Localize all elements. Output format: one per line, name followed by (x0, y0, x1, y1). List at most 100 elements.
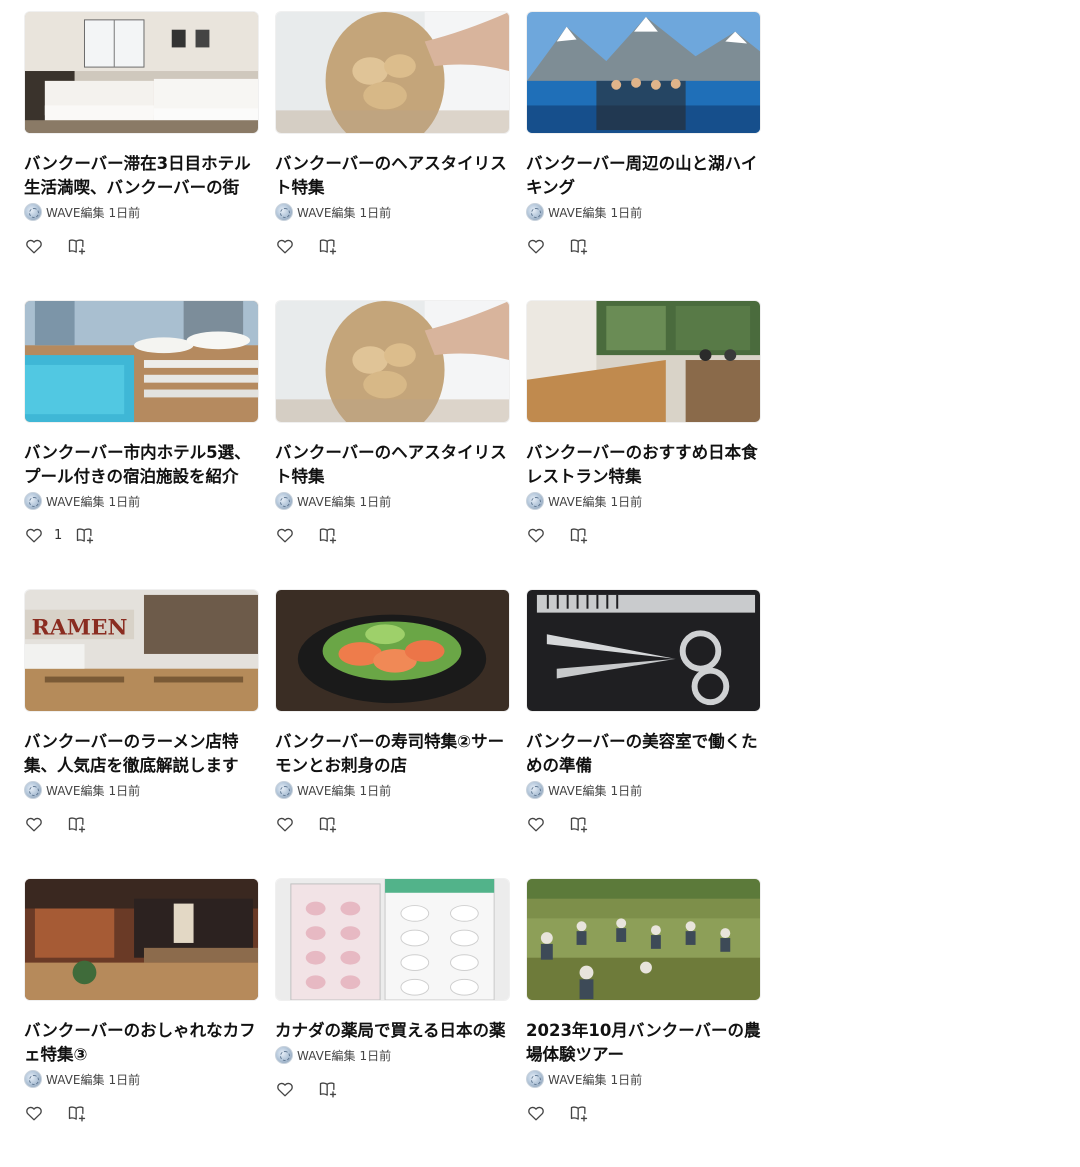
article-title[interactable]: カナダの薬局で買える日本の薬 (275, 1019, 510, 1043)
author-name[interactable]: WAVE編集 (46, 204, 104, 221)
salmon-image (276, 590, 509, 711)
article-meta: WAVE編集 1日前 (24, 778, 259, 802)
author-name[interactable]: WAVE編集 (46, 493, 104, 510)
author-avatar[interactable] (275, 492, 293, 510)
author-name[interactable]: WAVE編集 (548, 1071, 606, 1088)
article-actions (526, 523, 761, 547)
add-to-magazine-button[interactable] (569, 1103, 589, 1123)
add-to-magazine-button[interactable] (569, 525, 589, 545)
article-thumbnail[interactable] (275, 589, 510, 712)
article-title[interactable]: バンクーバーのおすすめ日本食レストラン特集 (526, 441, 761, 489)
like-button[interactable] (526, 525, 556, 545)
article-card[interactable]: バンクーバー滞在3日目ホテル生活満喫、バンクーバーの街 WAVE編集 1日前 (24, 11, 259, 300)
author-name[interactable]: WAVE編集 (46, 782, 104, 799)
author-avatar[interactable] (526, 1070, 544, 1088)
article-card[interactable]: カナダの薬局で買える日本の薬 WAVE編集 1日前 (275, 878, 510, 1167)
article-thumbnail[interactable] (526, 11, 761, 134)
article-thumbnail[interactable] (275, 878, 510, 1001)
article-card[interactable]: バンクーバーの美容室で働くための準備 WAVE編集 1日前 (526, 589, 761, 878)
article-actions (24, 812, 259, 836)
add-to-magazine-icon (570, 1106, 588, 1122)
add-to-magazine-button[interactable] (318, 814, 338, 834)
author-avatar[interactable] (24, 492, 42, 510)
article-card[interactable]: RAMEN バンクーバーのラーメン店特集、人気店を徹底解説します WAVE編集 … (24, 589, 259, 878)
like-button[interactable] (275, 814, 305, 834)
article-title[interactable]: バンクーバー滞在3日目ホテル生活満喫、バンクーバーの街 (24, 152, 259, 200)
author-name[interactable]: WAVE編集 (46, 1071, 104, 1088)
author-avatar[interactable] (526, 203, 544, 221)
add-to-magazine-button[interactable] (318, 1079, 338, 1099)
heart-icon (528, 817, 544, 832)
author-name[interactable]: WAVE編集 (548, 782, 606, 799)
author-name[interactable]: WAVE編集 (297, 204, 355, 221)
like-button[interactable] (275, 1079, 305, 1099)
author-avatar[interactable] (24, 1070, 42, 1088)
article-thumbnail[interactable] (275, 300, 510, 423)
article-thumbnail[interactable] (24, 300, 259, 423)
heart-icon (277, 239, 293, 254)
article-thumbnail[interactable] (526, 300, 761, 423)
author-name[interactable]: WAVE編集 (548, 493, 606, 510)
article-card[interactable]: バンクーバー周辺の山と湖ハイキング WAVE編集 1日前 (526, 11, 761, 300)
article-title[interactable]: バンクーバーの美容室で働くための準備 (526, 730, 761, 778)
author-name[interactable]: WAVE編集 (548, 204, 606, 221)
add-to-magazine-button[interactable] (67, 236, 87, 256)
article-thumbnail[interactable] (24, 878, 259, 1001)
author-avatar[interactable] (24, 203, 42, 221)
svg-text:RAMEN: RAMEN (32, 615, 128, 640)
author-avatar[interactable] (275, 203, 293, 221)
post-time: 1日前 (610, 1072, 643, 1087)
article-card[interactable]: バンクーバーのヘアスタイリスト特集 WAVE編集 1日前 (275, 300, 510, 589)
add-to-magazine-icon (570, 528, 588, 544)
article-card[interactable]: バンクーバーのおしゃれなカフェ特集③ WAVE編集 1日前 (24, 878, 259, 1167)
article-thumbnail[interactable] (275, 11, 510, 134)
add-to-magazine-button[interactable] (569, 814, 589, 834)
author-avatar[interactable] (526, 492, 544, 510)
article-title[interactable]: バンクーバー周辺の山と湖ハイキング (526, 152, 761, 200)
article-card[interactable]: 2023年10月バンクーバーの農場体験ツアー WAVE編集 1日前 (526, 878, 761, 1167)
article-actions (275, 234, 510, 258)
like-button[interactable] (24, 1103, 54, 1123)
author-name[interactable]: WAVE編集 (297, 782, 355, 799)
like-button[interactable] (24, 814, 54, 834)
add-to-magazine-icon (77, 528, 94, 544)
article-card[interactable]: バンクーバーのヘアスタイリスト特集 WAVE編集 1日前 (275, 11, 510, 300)
like-button[interactable] (526, 1103, 556, 1123)
article-meta: WAVE編集 1日前 (275, 1043, 510, 1067)
like-button[interactable]: 1 (24, 525, 62, 545)
article-title[interactable]: バンクーバーのヘアスタイリスト特集 (275, 441, 510, 489)
like-button[interactable] (526, 236, 556, 256)
like-button[interactable] (275, 236, 305, 256)
author-name[interactable]: WAVE編集 (297, 1047, 355, 1064)
article-title[interactable]: 2023年10月バンクーバーの農場体験ツアー (526, 1019, 761, 1067)
author-name[interactable]: WAVE編集 (297, 493, 355, 510)
add-to-magazine-button[interactable] (569, 236, 589, 256)
article-card[interactable]: バンクーバー市内ホテル5選、プール付きの宿泊施設を紹介 WAVE編集 1日前 1 (24, 300, 259, 589)
like-button[interactable] (275, 525, 305, 545)
author-avatar[interactable] (275, 781, 293, 799)
add-to-magazine-icon (319, 239, 337, 255)
article-card[interactable]: バンクーバーのおすすめ日本食レストラン特集 WAVE編集 1日前 (526, 300, 761, 589)
article-title[interactable]: バンクーバーの寿司特集②サーモンとお刺身の店 (275, 730, 510, 778)
author-avatar[interactable] (526, 781, 544, 799)
author-avatar[interactable] (24, 781, 42, 799)
article-thumbnail[interactable] (526, 878, 761, 1001)
like-button[interactable] (526, 814, 556, 834)
article-meta: WAVE編集 1日前 (526, 778, 761, 802)
article-title[interactable]: バンクーバーのヘアスタイリスト特集 (275, 152, 510, 200)
add-to-magazine-button[interactable] (67, 1103, 87, 1123)
article-card[interactable]: バンクーバーの寿司特集②サーモンとお刺身の店 WAVE編集 1日前 (275, 589, 510, 878)
article-thumbnail[interactable] (24, 11, 259, 134)
like-button[interactable] (24, 236, 54, 256)
author-avatar[interactable] (275, 1046, 293, 1064)
article-title[interactable]: バンクーバーのおしゃれなカフェ特集③ (24, 1019, 259, 1067)
add-to-magazine-button[interactable] (67, 814, 87, 834)
article-thumbnail[interactable]: RAMEN (24, 589, 259, 712)
add-to-magazine-button[interactable] (318, 236, 338, 256)
add-to-magazine-button[interactable] (75, 525, 95, 545)
article-title[interactable]: バンクーバー市内ホテル5選、プール付きの宿泊施設を紹介 (24, 441, 259, 489)
article-title[interactable]: バンクーバーのラーメン店特集、人気店を徹底解説します (24, 730, 259, 778)
add-to-magazine-button[interactable] (318, 525, 338, 545)
restaurant-image (527, 301, 760, 422)
article-thumbnail[interactable] (526, 589, 761, 712)
